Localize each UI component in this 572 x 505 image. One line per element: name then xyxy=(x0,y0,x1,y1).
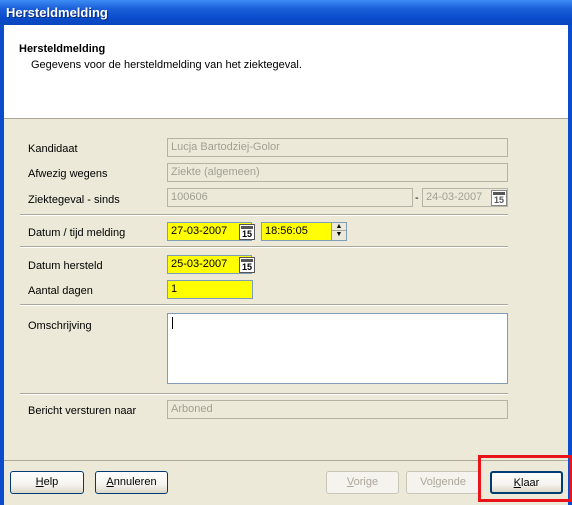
annuleren-accesskey: A xyxy=(106,476,114,488)
help-label-rest: elp xyxy=(43,476,59,488)
divider xyxy=(20,304,508,306)
melding-calendar-icon[interactable]: 15 xyxy=(239,224,255,240)
form-panel: Kandidaat Lucja Bartodziej-Golor Afwezig… xyxy=(4,120,568,460)
window-frame-right xyxy=(568,25,572,505)
bericht-label: Bericht versturen naar xyxy=(28,405,137,417)
omschrijving-textarea[interactable] xyxy=(167,313,508,384)
header-subtitle: Gegevens voor de hersteldmelding van het… xyxy=(31,59,302,71)
omschrijving-label: Omschrijving xyxy=(28,320,92,332)
ziektegeval-separator: - xyxy=(415,192,419,204)
divider xyxy=(20,393,508,395)
vorige-button[interactable]: Vorige xyxy=(326,471,399,494)
afwezig-label: Afwezig wegens xyxy=(28,168,108,180)
annuleren-button[interactable]: Annuleren xyxy=(95,471,168,494)
button-bar: Help Annuleren Vorige Volgende Klaar xyxy=(4,455,572,502)
time-spinner[interactable]: ▲ ▼ xyxy=(331,222,347,241)
spin-up-icon[interactable]: ▲ xyxy=(332,223,346,231)
hersteld-calendar-icon[interactable]: 15 xyxy=(239,257,255,273)
divider xyxy=(20,246,508,248)
afwezig-field: Ziekte (algemeen) xyxy=(167,163,508,182)
bericht-field: Arboned xyxy=(167,400,508,419)
vorige-label-rest: orige xyxy=(353,476,379,488)
melding-time-field[interactable]: 18:56:05 xyxy=(261,222,332,241)
volgende-label-pre: Vo xyxy=(420,476,433,488)
volgende-button[interactable]: Volgende xyxy=(406,471,480,494)
klaar-highlight-box xyxy=(478,455,572,502)
text-caret xyxy=(172,317,173,329)
dagen-field[interactable]: 1 xyxy=(167,280,253,299)
melding-label: Datum / tijd melding xyxy=(28,227,126,239)
wizard-header: Hersteldmelding Gegevens voor de herstel… xyxy=(4,25,568,119)
kandidaat-label: Kandidaat xyxy=(28,143,78,155)
spin-down-icon[interactable]: ▼ xyxy=(332,231,346,239)
kandidaat-field: Lucja Bartodziej-Golor xyxy=(167,138,508,157)
annuleren-label-rest: nnuleren xyxy=(113,476,157,488)
window-title: Hersteldmelding xyxy=(0,0,572,25)
header-title: Hersteldmelding xyxy=(19,43,106,55)
ziektegeval-calendar-icon: 15 xyxy=(491,190,507,206)
help-accesskey: H xyxy=(35,476,44,488)
ziektegeval-date-value: 24-03-2007 xyxy=(426,191,483,203)
vorige-accesskey: V xyxy=(346,476,354,488)
ziektegeval-field: 100606 xyxy=(167,188,413,207)
hersteld-label: Datum hersteld xyxy=(28,260,103,272)
help-button[interactable]: Help xyxy=(10,471,84,494)
dagen-label: Aantal dagen xyxy=(28,285,93,297)
divider xyxy=(20,214,508,216)
ziektegeval-label: Ziektegeval - sinds xyxy=(28,194,120,206)
volgende-label-rest: gende xyxy=(435,476,466,488)
